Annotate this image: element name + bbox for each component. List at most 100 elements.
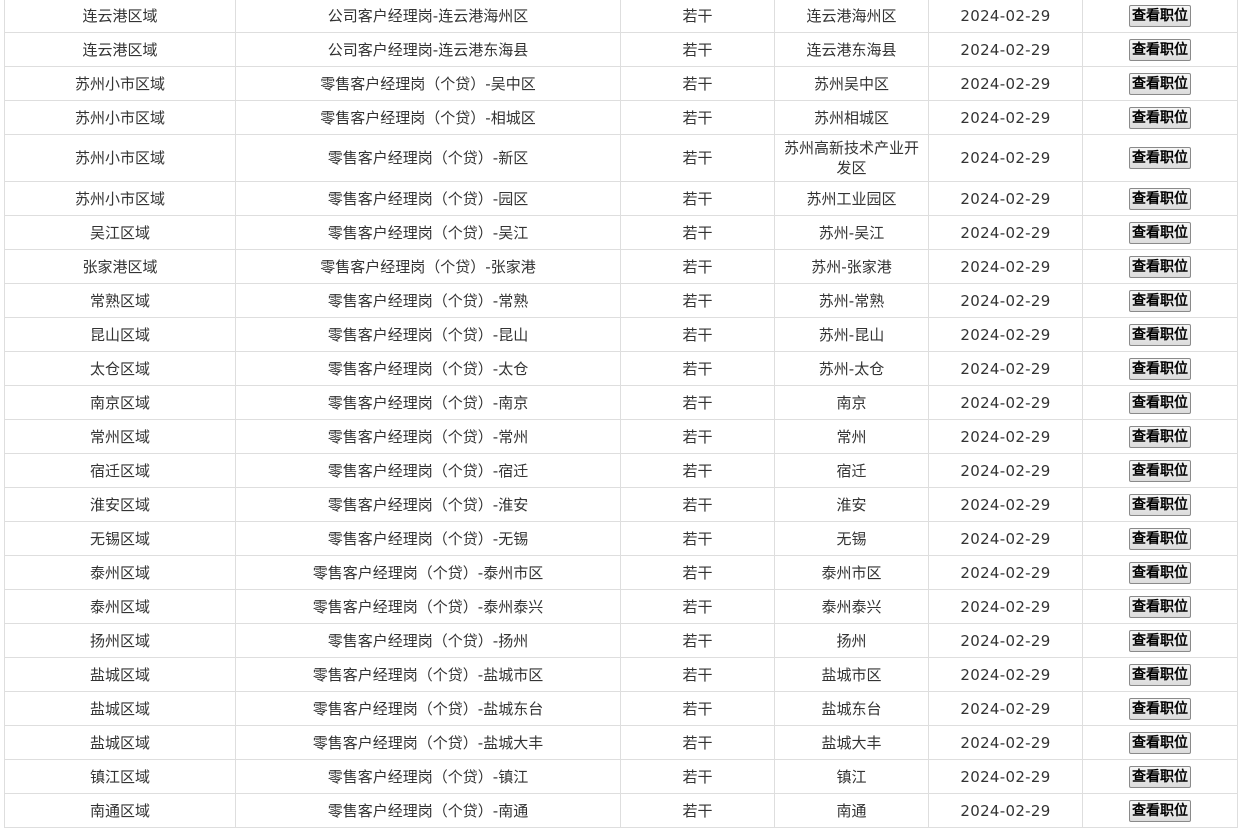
- position-text: 零售客户经理岗（个贷）-盐城市区: [312, 665, 544, 684]
- position-cell: 零售客户经理岗（个贷）-宿迁: [235, 453, 621, 488]
- date-text: 2024-02-29: [960, 325, 1051, 344]
- view-position-button[interactable]: 查看职位: [1129, 663, 1191, 686]
- date-text: 2024-02-29: [960, 149, 1051, 167]
- location-text: 宿迁: [836, 461, 867, 480]
- date-cell: 2024-02-29: [928, 283, 1083, 318]
- table-row: 常州区域 零售客户经理岗（个贷）-常州 若干 常州 2024-02-29 查看职…: [4, 419, 1238, 454]
- region-text: 盐城区域: [89, 665, 150, 684]
- date-cell: 2024-02-29: [928, 691, 1083, 726]
- action-cell: 查看职位: [1082, 0, 1238, 33]
- position-text: 零售客户经理岗（个贷）-新区: [327, 149, 529, 167]
- view-position-button[interactable]: 查看职位: [1129, 629, 1191, 652]
- date-text: 2024-02-29: [960, 733, 1051, 752]
- position-text: 零售客户经理岗（个贷）-园区: [327, 189, 529, 208]
- region-text: 连云港区域: [82, 40, 158, 59]
- date-text: 2024-02-29: [960, 291, 1051, 310]
- view-position-button[interactable]: 查看职位: [1129, 799, 1191, 822]
- date-cell: 2024-02-29: [928, 134, 1083, 182]
- view-position-button[interactable]: 查看职位: [1129, 459, 1191, 482]
- view-position-button[interactable]: 查看职位: [1129, 391, 1191, 414]
- view-position-button[interactable]: 查看职位: [1129, 255, 1191, 278]
- count-cell: 若干: [620, 317, 775, 352]
- view-position-button[interactable]: 查看职位: [1129, 561, 1191, 584]
- count-cell: 若干: [620, 134, 775, 182]
- date-text: 2024-02-29: [960, 461, 1051, 480]
- region-text: 镇江区域: [89, 767, 150, 786]
- view-position-button[interactable]: 查看职位: [1129, 187, 1191, 210]
- view-position-button[interactable]: 查看职位: [1129, 38, 1191, 61]
- action-cell: 查看职位: [1082, 759, 1238, 794]
- view-position-button[interactable]: 查看职位: [1129, 527, 1191, 550]
- view-position-button[interactable]: 查看职位: [1129, 72, 1191, 95]
- date-cell: 2024-02-29: [928, 32, 1083, 67]
- view-position-button[interactable]: 查看职位: [1129, 323, 1191, 346]
- view-position-button[interactable]: 查看职位: [1129, 357, 1191, 380]
- region-text: 盐城区域: [89, 733, 150, 752]
- count-text: 若干: [682, 74, 713, 93]
- view-position-button[interactable]: 查看职位: [1129, 595, 1191, 618]
- view-position-button[interactable]: 查看职位: [1129, 289, 1191, 312]
- count-text: 若干: [682, 393, 713, 412]
- job-listing-body: 连云港区域 公司客户经理岗-连云港海州区 若干 连云港海州区 2024-02-2…: [4, 0, 1238, 828]
- date-text: 2024-02-29: [960, 597, 1051, 616]
- table-row: 盐城区域 零售客户经理岗（个贷）-盐城市区 若干 盐城市区 2024-02-29…: [4, 657, 1238, 692]
- date-cell: 2024-02-29: [928, 385, 1083, 420]
- position-cell: 零售客户经理岗（个贷）-泰州泰兴: [235, 589, 621, 624]
- view-position-button[interactable]: 查看职位: [1129, 765, 1191, 788]
- view-position-button[interactable]: 查看职位: [1129, 425, 1191, 448]
- view-position-button[interactable]: 查看职位: [1129, 147, 1191, 169]
- table-row: 常熟区域 零售客户经理岗（个贷）-常熟 若干 苏州-常熟 2024-02-29 …: [4, 283, 1238, 318]
- region-cell: 泰州区域: [4, 555, 236, 590]
- view-position-button[interactable]: 查看职位: [1129, 4, 1191, 27]
- position-cell: 零售客户经理岗（个贷）-太仓: [235, 351, 621, 386]
- region-cell: 盐城区域: [4, 657, 236, 692]
- location-cell: 苏州-吴江: [774, 215, 929, 250]
- location-cell: 苏州-常熟: [774, 283, 929, 318]
- view-position-button[interactable]: 查看职位: [1129, 221, 1191, 244]
- region-cell: 苏州小市区域: [4, 66, 236, 101]
- table-row: 盐城区域 零售客户经理岗（个贷）-盐城大丰 若干 盐城大丰 2024-02-29…: [4, 725, 1238, 760]
- action-cell: 查看职位: [1082, 215, 1238, 250]
- table-row: 苏州小市区域 零售客户经理岗（个贷）-新区 若干 苏州高新技术产业开发区 202…: [4, 134, 1238, 182]
- view-position-button[interactable]: 查看职位: [1129, 731, 1191, 754]
- region-cell: 镇江区域: [4, 759, 236, 794]
- region-text: 扬州区域: [89, 631, 150, 650]
- location-text: 盐城市区: [821, 665, 882, 684]
- region-text: 淮安区域: [89, 495, 150, 514]
- position-cell: 零售客户经理岗（个贷）-张家港: [235, 249, 621, 284]
- position-cell: 公司客户经理岗-连云港东海县: [235, 32, 621, 67]
- location-cell: 苏州-张家港: [774, 249, 929, 284]
- count-text: 若干: [682, 801, 713, 820]
- position-text: 零售客户经理岗（个贷）-吴中区: [320, 74, 536, 93]
- action-cell: 查看职位: [1082, 283, 1238, 318]
- count-cell: 若干: [620, 453, 775, 488]
- action-cell: 查看职位: [1082, 691, 1238, 726]
- count-text: 若干: [682, 631, 713, 650]
- region-text: 泰州区域: [89, 597, 150, 616]
- position-cell: 公司客户经理岗-连云港海州区: [235, 0, 621, 33]
- action-cell: 查看职位: [1082, 317, 1238, 352]
- view-position-button[interactable]: 查看职位: [1129, 697, 1191, 720]
- region-text: 太仓区域: [89, 359, 150, 378]
- location-text: 苏州-常熟: [818, 291, 885, 310]
- view-position-button[interactable]: 查看职位: [1129, 493, 1191, 516]
- action-cell: 查看职位: [1082, 100, 1238, 135]
- count-cell: 若干: [620, 759, 775, 794]
- action-cell: 查看职位: [1082, 521, 1238, 556]
- location-text: 泰州泰兴: [821, 597, 882, 616]
- region-cell: 苏州小市区域: [4, 134, 236, 182]
- date-text: 2024-02-29: [960, 801, 1051, 820]
- count-cell: 若干: [620, 32, 775, 67]
- position-text: 零售客户经理岗（个贷）-太仓: [327, 359, 529, 378]
- date-cell: 2024-02-29: [928, 351, 1083, 386]
- date-cell: 2024-02-29: [928, 623, 1083, 658]
- view-position-button[interactable]: 查看职位: [1129, 106, 1191, 129]
- location-text: 苏州-太仓: [818, 359, 885, 378]
- table-row: 泰州区域 零售客户经理岗（个贷）-泰州泰兴 若干 泰州泰兴 2024-02-29…: [4, 589, 1238, 624]
- count-cell: 若干: [620, 385, 775, 420]
- count-cell: 若干: [620, 100, 775, 135]
- region-cell: 南通区域: [4, 793, 236, 828]
- location-cell: 连云港东海县: [774, 32, 929, 67]
- region-text: 盐城区域: [89, 699, 150, 718]
- position-text: 零售客户经理岗（个贷）-常州: [327, 427, 529, 446]
